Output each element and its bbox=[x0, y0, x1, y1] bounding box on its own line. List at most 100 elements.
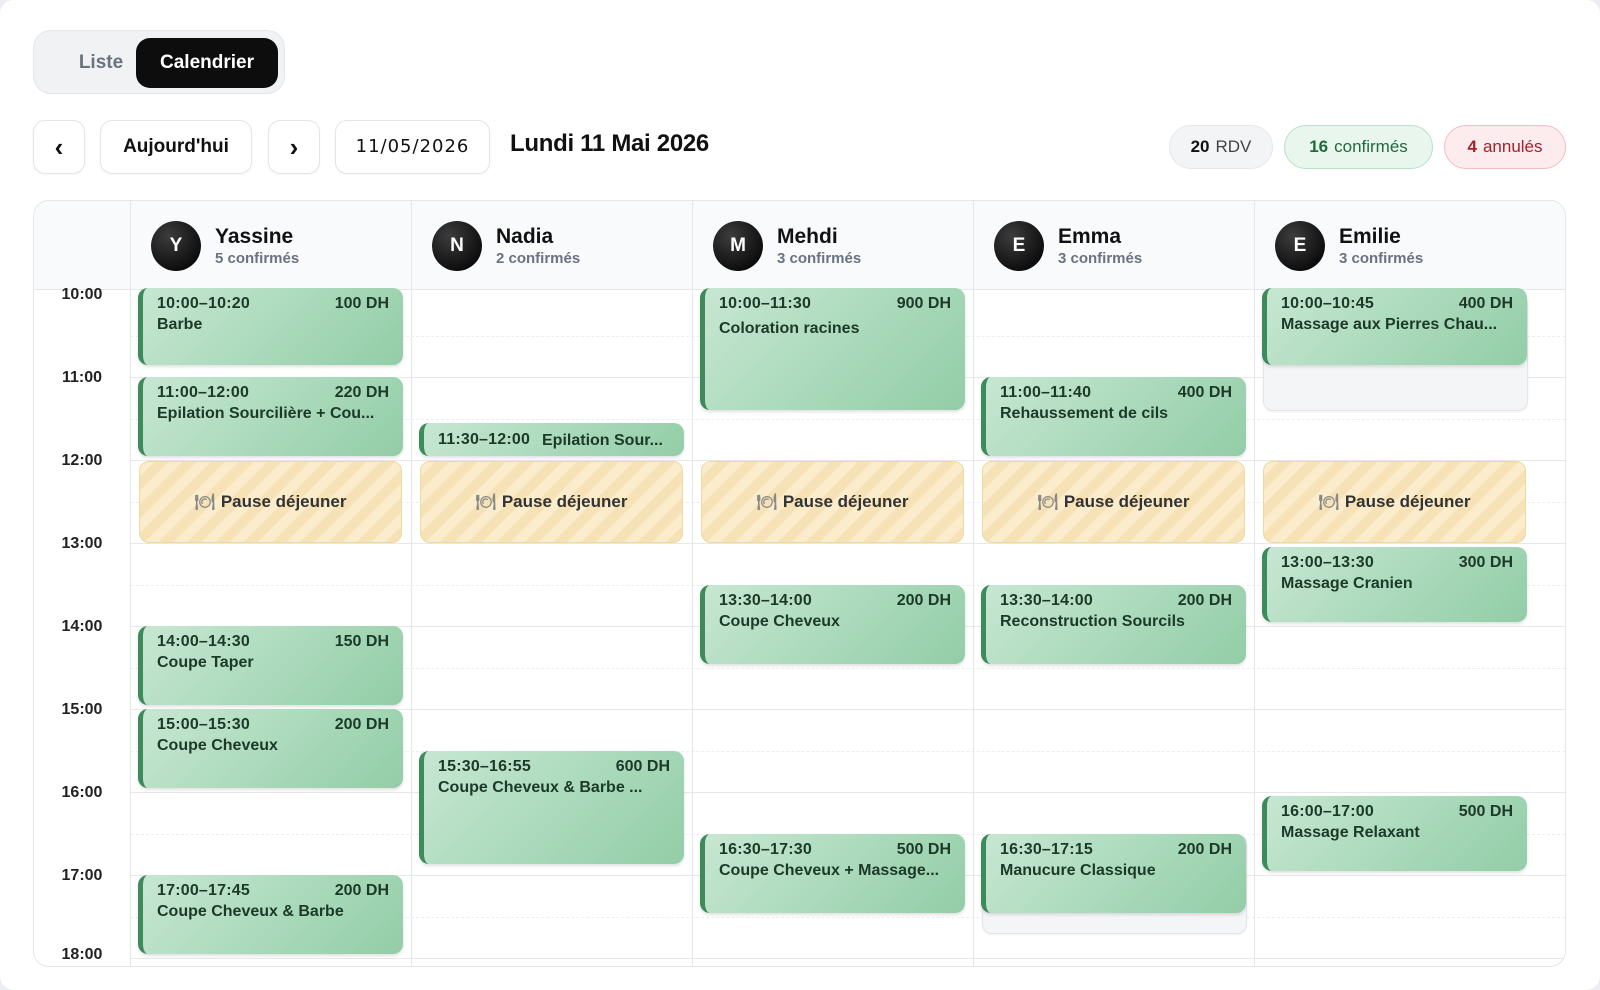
appointment-service: Barbe bbox=[157, 316, 203, 333]
appointment-time: 16:00–17:00 bbox=[1281, 803, 1374, 821]
employee-header[interactable]: E Emma 3 confirmés bbox=[973, 201, 1254, 290]
appointment-block[interactable]: 15:30–16:55 600 DH Coupe Cheveux & Barbe .… bbox=[419, 750, 684, 865]
today-button[interactable]: Aujourd'hui bbox=[100, 120, 252, 174]
avatar: E bbox=[994, 221, 1044, 271]
appointment-block[interactable]: 13:30–14:00 200 DH Reconstruction Sourcils bbox=[981, 584, 1246, 664]
employee-confirmed-count: 3 confirmés bbox=[777, 250, 862, 267]
date-input[interactable]: 11/05/2026 bbox=[335, 120, 490, 174]
calendar-grid: Y Yassine 5 confirmés N Nadia 2 confirmés M Meh… bbox=[33, 200, 1566, 967]
lunch-break-label: Pause déjeuner bbox=[1344, 492, 1471, 511]
appointment-price: 600 DH bbox=[615, 757, 670, 775]
calendar-card: Liste Calendrier ‹ Aujourd'hui › 11/05/2… bbox=[0, 0, 1600, 990]
appointment-price: 200 DH bbox=[1177, 840, 1232, 858]
column-divider bbox=[973, 290, 974, 966]
employee-header[interactable]: Y Yassine 5 confirmés bbox=[130, 201, 411, 290]
lunch-break-label: Pause déjeuner bbox=[1063, 492, 1190, 511]
appointment-time: 13:30–14:00 bbox=[1000, 591, 1093, 609]
appointment-block[interactable]: 16:00–17:00 500 DH Massage Relaxant bbox=[1262, 796, 1527, 871]
lunch-break-block: 🍽 Pause déjeuner bbox=[701, 461, 964, 543]
appointment-block[interactable]: 11:00–11:40 400 DH Rehaussement de cils bbox=[981, 377, 1246, 456]
prev-day-button[interactable]: ‹ bbox=[33, 120, 85, 174]
time-label: 17:00 bbox=[61, 867, 103, 884]
appointment-price: 150 DH bbox=[334, 633, 389, 650]
view-toggle: Liste Calendrier bbox=[33, 30, 285, 94]
chevron-left-icon: ‹ bbox=[54, 132, 64, 162]
appointment-block[interactable]: 11:30–12:00 Epilation Sour... bbox=[419, 422, 684, 456]
employee-confirmed-count: 5 confirmés bbox=[215, 250, 300, 267]
avatar: E bbox=[1275, 221, 1325, 271]
appointment-block[interactable]: 13:30–14:00 200 DH Coupe Cheveux bbox=[700, 584, 965, 664]
total-label: RDV bbox=[1215, 137, 1252, 156]
time-label: 11:00 bbox=[61, 369, 103, 386]
time-label: 16:00 bbox=[61, 784, 103, 801]
appointment-block[interactable]: 10:00–10:45 400 DH Massage aux Pierres Cha… bbox=[1262, 288, 1527, 365]
appointment-block[interactable]: 17:00–17:45 200 DH Coupe Cheveux & Barbe bbox=[138, 875, 403, 954]
plate-icon: 🍽 bbox=[756, 494, 777, 511]
appointment-block[interactable]: 11:00–12:00 220 DH Epilation Sourcilière +… bbox=[138, 377, 403, 456]
employee-header[interactable]: M Mehdi 3 confirmés bbox=[692, 201, 973, 290]
appointment-time: 14:00–14:30 bbox=[157, 633, 250, 650]
appointment-block[interactable]: 16:30–17:30 500 DH Coupe Cheveux + Massage… bbox=[700, 833, 965, 913]
plate-icon: 🍽 bbox=[194, 494, 215, 511]
chevron-right-icon: › bbox=[289, 132, 299, 162]
time-label: 12:00 bbox=[61, 452, 103, 469]
appointment-time: 16:30–17:15 bbox=[1000, 840, 1093, 858]
employee-name: Nadia bbox=[496, 225, 554, 248]
appointment-block[interactable]: 10:00–10:20 100 DH Barbe bbox=[138, 288, 403, 365]
appointment-time: 11:00–11:40 bbox=[1000, 384, 1092, 401]
appointment-price: 220 DH bbox=[334, 384, 389, 401]
appointment-price: 200 DH bbox=[334, 882, 389, 899]
employee-name: Emma bbox=[1058, 225, 1122, 248]
appointment-block[interactable]: 13:00–13:30 300 DH Massage Cranien bbox=[1262, 547, 1527, 622]
lunch-break-label: Pause déjeuner bbox=[220, 492, 347, 511]
next-day-button[interactable]: › bbox=[268, 120, 320, 174]
cancelled-count: 4 bbox=[1467, 137, 1477, 156]
cancelled-label: annulés bbox=[1482, 137, 1543, 156]
appointment-service: Epilation Sour... bbox=[542, 431, 663, 449]
confirmed-label: confirmés bbox=[1334, 137, 1408, 156]
employee-header[interactable]: N Nadia 2 confirmés bbox=[411, 201, 692, 290]
hour-line bbox=[131, 958, 1565, 959]
lunch-break-block: 🍽 Pause déjeuner bbox=[420, 461, 683, 543]
appointment-service: Coupe Cheveux + Massage... bbox=[719, 861, 940, 879]
confirmed-count: 16 bbox=[1309, 137, 1329, 156]
plate-icon: 🍽 bbox=[1318, 494, 1339, 511]
appointment-time: 17:00–17:45 bbox=[157, 882, 250, 899]
appointment-service: Coupe Cheveux & Barbe bbox=[157, 903, 344, 920]
appointment-time: 10:00–10:20 bbox=[157, 295, 250, 312]
lunch-break-label: Pause déjeuner bbox=[782, 492, 909, 511]
cancelled-badge: 4 annulés bbox=[1444, 125, 1566, 169]
avatar: Y bbox=[151, 221, 201, 271]
employee-header[interactable]: E Emilie 3 confirmés bbox=[1254, 201, 1535, 290]
plate-icon: 🍽 bbox=[1037, 494, 1058, 511]
employee-name: Yassine bbox=[215, 225, 294, 248]
confirmed-badge: 16 confirmés bbox=[1284, 125, 1433, 169]
appointment-block[interactable]: 16:30–17:15 200 DH Manucure Classique bbox=[981, 833, 1246, 913]
employee-name: Emilie bbox=[1339, 225, 1401, 248]
appointment-price: 200 DH bbox=[334, 716, 389, 733]
appointment-service: Rehaussement de cils bbox=[1000, 405, 1169, 422]
employee-confirmed-count: 3 confirmés bbox=[1058, 250, 1143, 267]
appointment-price: 200 DH bbox=[1177, 591, 1232, 609]
column-divider bbox=[1254, 290, 1255, 966]
appointment-service: Manucure Classique bbox=[1000, 861, 1156, 879]
view-calendar-button[interactable]: Calendrier bbox=[136, 38, 278, 88]
employee-header-row: Y Yassine 5 confirmés N Nadia 2 confirmés M Meh… bbox=[34, 201, 1565, 290]
appointment-block[interactable]: 14:00–14:30 150 DH Coupe Taper bbox=[138, 626, 403, 705]
appointment-service: Coupe Taper bbox=[157, 654, 254, 671]
appointment-service: Massage Relaxant bbox=[1281, 824, 1420, 842]
hour-line bbox=[131, 543, 1565, 544]
plate-icon: 🍽 bbox=[475, 494, 496, 511]
appointment-time: 16:30–17:30 bbox=[719, 840, 812, 858]
appointment-block[interactable]: 10:00–11:30 900 DH Coloration racines bbox=[700, 288, 965, 411]
lunch-break-label: Pause déjeuner bbox=[501, 492, 628, 511]
appointment-time: 10:00–10:45 bbox=[1281, 295, 1374, 312]
lunch-break-block: 🍽 Pause déjeuner bbox=[1263, 461, 1526, 543]
column-divider bbox=[692, 290, 693, 966]
appointment-time: 15:00–15:30 bbox=[157, 716, 250, 733]
appointment-price: 200 DH bbox=[896, 591, 951, 609]
appointment-block[interactable]: 15:00–15:30 200 DH Coupe Cheveux bbox=[138, 709, 403, 788]
total-appointments-badge: 20 RDV bbox=[1169, 125, 1273, 169]
day-title: Lundi 11 Mai 2026 bbox=[510, 130, 709, 157]
avatar: M bbox=[713, 221, 763, 271]
